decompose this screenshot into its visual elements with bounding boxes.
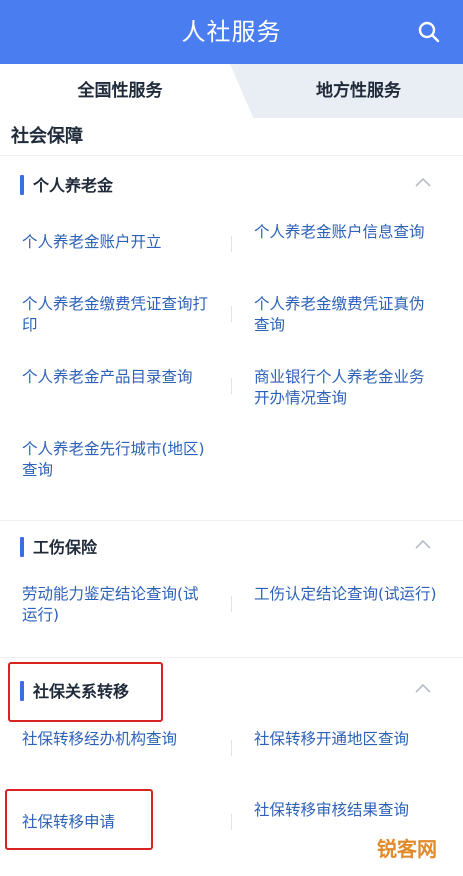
- divider: [231, 814, 232, 830]
- divider: [231, 596, 232, 612]
- service-link[interactable]: 社保转移审核结果查询: [254, 800, 439, 821]
- page-header-title: 人社服务: [181, 18, 282, 46]
- service-link[interactable]: 社保转移经办机构查询: [22, 729, 212, 750]
- divider: [231, 378, 232, 394]
- service-link[interactable]: 社保转移开通地区查询: [254, 729, 439, 750]
- divider: [231, 236, 232, 252]
- divider: [231, 740, 232, 756]
- service-link[interactable]: 个人养老金账户信息查询: [254, 222, 439, 243]
- section-header-work-injury[interactable]: 工伤保险: [0, 527, 463, 567]
- service-link[interactable]: 工伤认定结论查询(试运行): [254, 584, 439, 605]
- highlight-box: [5, 789, 153, 850]
- section-accent-bar: [20, 537, 24, 557]
- tab-label: 地方性服务: [316, 81, 401, 101]
- section-accent-bar: [20, 175, 24, 195]
- chevron-up-icon[interactable]: [415, 539, 431, 549]
- divider: [0, 155, 463, 156]
- app-header: 人社服务: [0, 0, 463, 64]
- divider: [0, 520, 463, 521]
- search-icon[interactable]: [417, 20, 441, 44]
- service-link[interactable]: 商业银行个人养老金业务开办情况查询: [254, 367, 439, 409]
- tab-local-services[interactable]: 地方性服务: [230, 64, 463, 118]
- service-link[interactable]: 个人养老金产品目录查询: [22, 367, 212, 388]
- service-link[interactable]: 个人养老金缴费凭证真伪查询: [254, 294, 439, 336]
- tab-label: 全国性服务: [77, 81, 163, 101]
- service-link[interactable]: 个人养老金账户开立: [22, 232, 212, 253]
- divider: [231, 306, 232, 322]
- service-tabs: 地方性服务 全国性服务: [0, 64, 463, 118]
- tab-national-services[interactable]: 全国性服务: [0, 64, 240, 118]
- section-title: 工伤保险: [33, 538, 98, 557]
- section-header-pension[interactable]: 个人养老金: [0, 165, 463, 205]
- divider: [0, 657, 463, 658]
- service-link[interactable]: 个人养老金先行城市(地区)查询: [22, 439, 212, 481]
- chevron-up-icon[interactable]: [415, 177, 431, 187]
- service-link[interactable]: 劳动能力鉴定结论查询(试运行): [22, 584, 212, 626]
- highlight-box: [8, 662, 163, 722]
- watermark: 锐客网: [377, 837, 437, 861]
- section-title: 个人养老金: [33, 176, 114, 195]
- service-link[interactable]: 个人养老金缴费凭证查询打印: [22, 294, 212, 336]
- chevron-up-icon[interactable]: [415, 683, 431, 693]
- section-group-title: 社会保障: [11, 126, 83, 147]
